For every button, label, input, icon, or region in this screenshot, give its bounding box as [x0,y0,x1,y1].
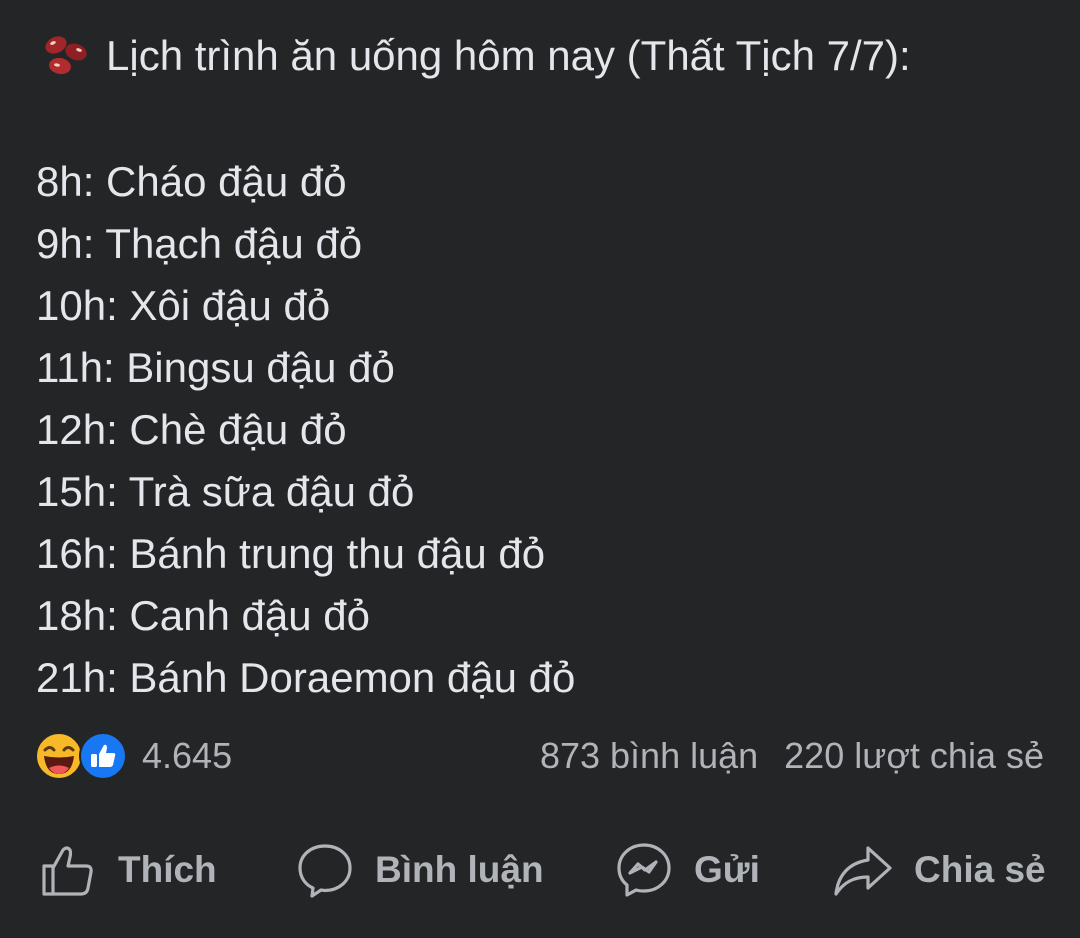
haha-icon [34,731,84,781]
post-card: Lịch trình ăn uống hôm nay (Thất Tịch 7/… [0,0,1080,938]
share-count-link[interactable]: 220 lượt chia sẻ [784,735,1044,777]
comment-label: Bình luận [375,849,544,890]
schedule-item: 8h: Cháo đậu đỏ [36,158,347,205]
schedule-list: 8h: Cháo đậu đỏ 9h: Thạch đậu đỏ 10h: Xô… [36,151,575,709]
send-button[interactable]: Gửi [614,835,760,905]
post-action-bar: Thích Bình luận Gửi Chia sẻ [0,835,1080,905]
comment-count-link[interactable]: 873 bình luận [540,735,758,777]
messenger-icon [614,840,674,900]
schedule-item: 21h: Bánh Doraemon đậu đỏ [36,654,576,701]
like-label: Thích [118,849,217,890]
schedule-item: 15h: Trà sữa đậu đỏ [36,468,415,515]
like-reaction-icon [78,731,128,781]
schedule-item: 18h: Canh đậu đỏ [36,592,370,639]
like-button[interactable]: Thích [38,835,217,905]
post-title: Lịch trình ăn uống hôm nay (Thất Tịch 7/… [106,32,911,79]
reaction-count: 4.645 [142,735,233,776]
share-button[interactable]: Chia sẻ [832,835,1046,905]
send-label: Gửi [694,849,760,890]
comment-button[interactable]: Bình luận [295,835,544,905]
red-beans-icon [38,28,94,84]
thumbs-up-outline-icon [38,840,98,900]
schedule-item: 16h: Bánh trung thu đậu đỏ [36,530,546,577]
schedule-item: 12h: Chè đậu đỏ [36,406,347,453]
reactions-summary[interactable]: 4.645 [34,731,232,781]
share-arrow-icon [832,840,894,900]
comment-bubble-icon [295,840,355,900]
post-title-row: Lịch trình ăn uống hôm nay (Thất Tịch 7/… [38,28,911,84]
schedule-item: 9h: Thạch đậu đỏ [36,220,363,267]
schedule-item: 11h: Bingsu đậu đỏ [36,344,395,391]
engagement-stats: 4.645 873 bình luận 220 lượt chia sẻ [34,728,1044,784]
share-label: Chia sẻ [914,849,1046,890]
schedule-item: 10h: Xôi đậu đỏ [36,282,331,329]
